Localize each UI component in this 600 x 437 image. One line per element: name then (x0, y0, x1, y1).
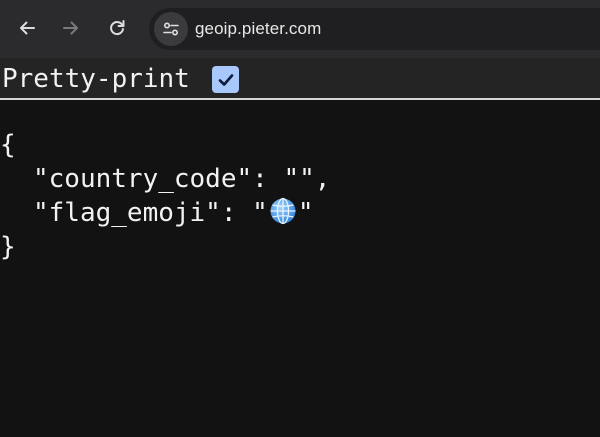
forward-button[interactable] (54, 11, 88, 45)
json-line: } (0, 230, 600, 264)
json-key-flag-emoji: "flag_emoji" (33, 198, 221, 228)
json-line: "country_code": "", (0, 162, 600, 196)
checkmark-icon (218, 73, 233, 86)
back-arrow-icon (20, 21, 35, 35)
json-line: "flag_emoji": " " (0, 196, 600, 230)
json-open-brace: { (0, 130, 16, 160)
json-line: { (0, 128, 600, 162)
address-bar[interactable]: geoip.pieter.com (149, 8, 600, 50)
json-comma: , (314, 164, 331, 194)
json-colon: : (252, 164, 284, 194)
pretty-print-label[interactable]: Pretty-print (2, 62, 190, 96)
json-value-quote-open: " (252, 198, 268, 228)
json-colon: : (220, 198, 253, 228)
reload-icon (110, 20, 125, 36)
json-value-country-code: "" (283, 164, 315, 194)
json-viewer: { "country_code": "", "flag_emoji": " " … (0, 128, 600, 264)
site-controls-icon (163, 22, 179, 36)
json-key-country-code: "country_code" (33, 164, 253, 194)
browser-toolbar: geoip.pieter.com (0, 0, 600, 58)
json-close-brace: } (0, 232, 16, 262)
site-info-button[interactable] (154, 12, 188, 46)
url-text[interactable]: geoip.pieter.com (195, 18, 321, 40)
forward-arrow-icon (63, 21, 78, 35)
back-button[interactable] (10, 11, 44, 45)
globe-icon (270, 197, 296, 225)
reload-button[interactable] (100, 11, 134, 45)
json-value-quote-close: " (297, 198, 314, 228)
pretty-print-bar: Pretty-print (0, 58, 600, 100)
pretty-print-checkbox[interactable] (212, 66, 239, 93)
